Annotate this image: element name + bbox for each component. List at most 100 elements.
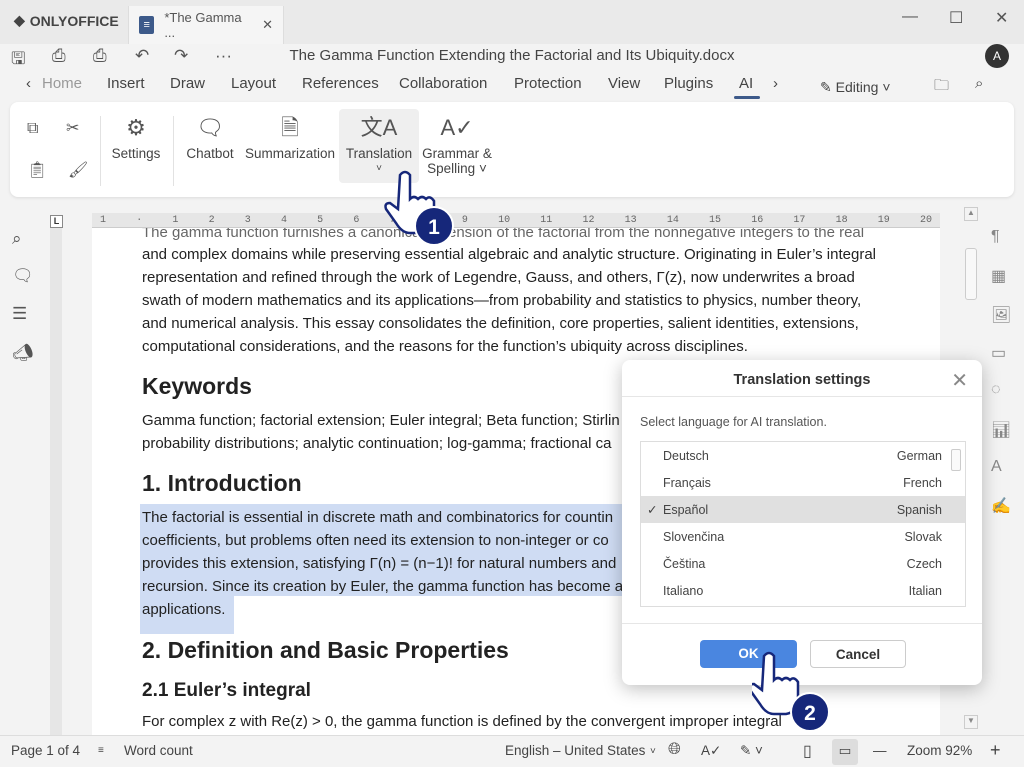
translation-label: Translation: [345, 146, 413, 161]
tab-references[interactable]: References: [302, 75, 379, 92]
tab-ai[interactable]: AI: [739, 75, 753, 92]
tab-collaboration[interactable]: Collaboration: [399, 75, 487, 92]
document-icon: ≡: [139, 16, 155, 34]
maximize-button[interactable]: ☐: [949, 8, 963, 28]
step-2-badge: 2: [790, 692, 830, 732]
cut-icon[interactable]: ✂: [66, 118, 79, 138]
copy-icon[interactable]: ⧉: [27, 120, 38, 138]
summary-icon: 🗎︎: [281, 115, 299, 140]
word-count-icon: ≡: [98, 745, 104, 756]
language-option[interactable]: Français French: [641, 469, 965, 496]
selected-line: applications.: [142, 601, 226, 618]
tab-view[interactable]: View: [608, 75, 640, 92]
scroll-left-icon[interactable]: ‹: [26, 75, 31, 92]
close-window-button[interactable]: ✕: [995, 8, 1008, 28]
language-selector[interactable]: English – United States: [505, 743, 645, 758]
spell-check-icon[interactable]: A✓: [701, 743, 721, 759]
tab-protection[interactable]: Protection: [514, 75, 582, 92]
paragraph-line: representation and refined through the w…: [142, 269, 855, 286]
grammar-label-1: Grammar &: [422, 146, 492, 161]
chat-icon: 🗨︎: [196, 115, 224, 140]
paragraph-settings-icon[interactable]: ¶: [991, 228, 1000, 246]
paragraph-line: computational considerations, and the re…: [142, 338, 748, 355]
find-icon[interactable]: ⌕: [12, 229, 22, 249]
fit-page-icon[interactable]: ▯: [803, 741, 812, 761]
document-tab[interactable]: ≡ *The Gamma ... ✕: [128, 6, 284, 44]
ribbon: ⧉ ✂ 📋︎ 🖌︎ ⚙ Settings 🗨︎ Chatbot 🗎︎ Summariz…: [10, 102, 1014, 197]
close-tab-icon[interactable]: ✕: [262, 17, 273, 33]
language-option[interactable]: Slovenčina Slovak: [641, 523, 965, 550]
euler-heading: 2.1 Euler’s integral: [142, 680, 311, 701]
scroll-right-icon[interactable]: ›: [773, 75, 778, 92]
gear-icon: ⚙: [126, 115, 146, 140]
settings-button[interactable]: ⚙ Settings: [110, 110, 162, 161]
list-scrollbar[interactable]: [951, 449, 961, 471]
navigation-icon[interactable]: ☰: [12, 304, 27, 324]
selected-line: coefficients, but problems often need it…: [142, 532, 609, 549]
selected-line: recursion. Since its creation by Euler, …: [142, 578, 624, 595]
shape-settings-icon[interactable]: ◌: [991, 381, 1001, 399]
translate-icon: 文A: [360, 115, 398, 140]
signature-icon[interactable]: ✍: [991, 496, 1011, 516]
horizontal-ruler[interactable]: 1·1234567891011121314151617181920: [92, 213, 940, 228]
zoom-level[interactable]: Zoom 92%: [907, 743, 972, 758]
app-logo: ◆ ONLYOFFICE: [14, 12, 119, 29]
summarization-label: Summarization: [244, 146, 336, 161]
paragraph-line: The gamma function furnishes a canonical…: [142, 228, 865, 241]
grammar-icon: A✓: [440, 115, 474, 140]
tab-draw[interactable]: Draw: [170, 75, 205, 92]
scroll-up-button[interactable]: ▲: [964, 207, 978, 221]
cancel-button[interactable]: Cancel: [810, 640, 906, 668]
scroll-down-button[interactable]: ▼: [964, 715, 978, 729]
feedback-icon[interactable]: 📣︎: [12, 343, 34, 363]
paragraph-line: and complex domains while preserving ess…: [142, 246, 876, 263]
page-indicator[interactable]: Page 1 of 4: [11, 743, 80, 758]
language-list[interactable]: Deutsch German Français French ✓ Español Spa…: [640, 441, 966, 607]
paragraph-line: swath of modern mathematics and its appl…: [142, 292, 862, 309]
zoom-in-button[interactable]: +: [990, 740, 1001, 761]
track-changes-icon[interactable]: ✎ ˅: [740, 743, 763, 759]
tab-title: *The Gamma ...: [164, 10, 242, 40]
search-icon[interactable]: ⌕: [975, 75, 983, 92]
language-option[interactable]: Deutsch German: [641, 442, 965, 469]
scrollbar-thumb[interactable]: [965, 248, 977, 300]
tab-layout[interactable]: Layout: [231, 75, 276, 92]
zoom-out-button[interactable]: —: [873, 743, 887, 758]
dialog-description: Select language for AI translation.: [640, 415, 827, 429]
globe-icon[interactable]: 🌐︎: [668, 741, 681, 759]
language-option-selected[interactable]: ✓ Español Spanish: [641, 496, 965, 523]
summarization-button[interactable]: 🗎︎ Summarization: [244, 110, 336, 161]
open-location-icon[interactable]: 🗀: [934, 75, 949, 100]
dialog-title: Translation settings: [733, 372, 871, 388]
avatar[interactable]: A: [985, 44, 1009, 68]
minimize-button[interactable]: —: [902, 8, 918, 26]
chart-settings-icon[interactable]: 📊︎: [991, 420, 1011, 440]
pencil-icon: ✎: [820, 79, 836, 95]
tab-home[interactable]: Home: [42, 75, 82, 92]
editing-mode-button[interactable]: ✎ Editing ˅: [820, 79, 891, 96]
header-footer-icon[interactable]: ▭: [991, 343, 1006, 363]
word-count-button[interactable]: Word count: [124, 743, 193, 758]
format-painter-icon[interactable]: 🖌︎: [68, 160, 88, 180]
active-tab-indicator: [734, 96, 760, 99]
table-settings-icon[interactable]: ▦: [991, 266, 1006, 286]
comments-icon[interactable]: 🗨︎: [12, 266, 34, 286]
language-option[interactable]: Italiano Italian: [641, 577, 965, 604]
image-settings-icon[interactable]: 🖼︎: [991, 305, 1011, 325]
editing-mode-label: Editing: [835, 79, 879, 95]
chevron-down-icon[interactable]: ˅: [650, 746, 656, 757]
paste-icon[interactable]: 📋︎: [27, 160, 47, 180]
translation-settings-dialog: Translation settings ✕ Select language f…: [622, 360, 982, 685]
fit-width-icon[interactable]: ▭: [832, 739, 858, 765]
tab-stop-selector[interactable]: L: [50, 215, 63, 228]
vertical-ruler[interactable]: [50, 228, 62, 735]
tab-insert[interactable]: Insert: [107, 75, 145, 92]
selected-line: The factorial is essential in discrete m…: [142, 509, 614, 526]
close-icon[interactable]: ✕: [951, 368, 968, 393]
tab-plugins[interactable]: Plugins: [664, 75, 713, 92]
chatbot-button[interactable]: 🗨︎ Chatbot: [184, 110, 236, 161]
keywords-line: Gamma function; factorial extension; Eul…: [142, 412, 620, 429]
language-option[interactable]: Čeština Czech: [641, 550, 965, 577]
text-art-icon[interactable]: A: [991, 458, 1002, 476]
settings-label: Settings: [111, 146, 161, 161]
